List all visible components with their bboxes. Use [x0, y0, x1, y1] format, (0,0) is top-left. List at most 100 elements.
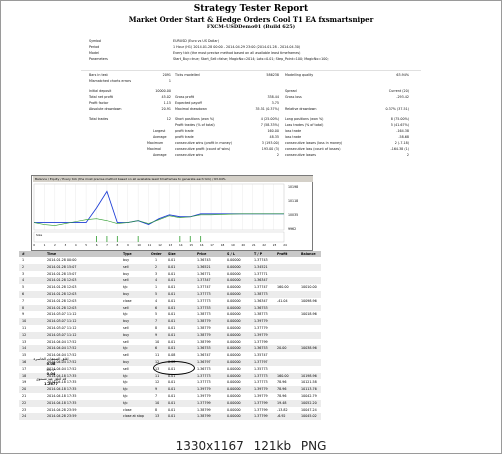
stat-label: Loss trades (% of total): [285, 123, 324, 127]
row-sl: 0.00000: [227, 346, 241, 351]
header-label: Period: [89, 45, 100, 49]
row-price: 1.39779: [197, 394, 211, 398]
x-tick-label: 5: [85, 243, 87, 247]
stat-label: Average: [153, 135, 167, 139]
stat-value: 586238: [266, 73, 279, 77]
x-tick-label: 19: [231, 243, 235, 247]
x-tick-label: 3: [64, 243, 66, 247]
image-filesize: 121kb: [253, 439, 292, 453]
row-time: 2014.04.18 17:35: [47, 394, 77, 398]
row-type: buy: [123, 332, 130, 337]
table-row: 9 2014.03.07 11:12 t/p 5 0.01 1.38773 0.00000 1…: [19, 311, 321, 318]
stat-label: consecutive profit (count of wins): [175, 147, 231, 151]
stat-value: 4 (25.00%): [260, 117, 279, 121]
row-tp: 1.37773: [254, 380, 268, 385]
row-number: 20: [22, 387, 27, 392]
row-size: 0.01: [168, 346, 176, 351]
row-sl: 0.00000: [227, 292, 241, 296]
row-size: 0.08: [168, 353, 176, 358]
stat-label: consecutive losses (loss in money): [285, 141, 343, 145]
highlight-circle: [153, 361, 195, 375]
row-price: 1.37773: [197, 298, 211, 303]
x-tick-label: 17: [210, 243, 214, 247]
row-tp: 1.38773: [254, 292, 268, 296]
row-number: 11: [22, 326, 27, 330]
y-tick-label: 10035: [288, 213, 298, 217]
image-frame: Strategy Tester Report Market Order Star…: [0, 0, 502, 454]
row-number: 23: [22, 407, 27, 412]
stat-value: 160.00: [267, 129, 279, 133]
header-row-model: Model Every tick (the most precise metho…: [81, 51, 421, 56]
table-row: 20 2014.04.18 17:35 t/p 9 0.01 1.39779 0.00000…: [19, 386, 321, 393]
row-tp: 1.38773: [254, 312, 268, 317]
stat-label: Relative drawdown: [285, 107, 317, 111]
row-type: close: [123, 407, 132, 412]
table-row: 7 2014.01.28 12:03 close 4 0.01 1.37773 0.0000…: [19, 298, 321, 305]
stat-label: profit trade: [175, 135, 194, 139]
row-price: 1.39779: [197, 387, 211, 392]
x-tick-label: 8: [117, 243, 119, 247]
row-type: sell: [123, 326, 129, 330]
stat-label: Short positions (won %): [175, 117, 215, 121]
row-order: 1: [155, 258, 158, 262]
row-balance: 10198.96: [301, 373, 317, 378]
x-tick-label: 4: [75, 243, 77, 247]
row-balance: 10098.96: [301, 298, 317, 303]
x-tick-label: 15: [189, 243, 193, 247]
table-row: 4 2014.01.28 12:03 sell 4 0.01 1.37347 0.00000…: [19, 277, 321, 285]
row-size: 0.01: [168, 332, 176, 337]
row-sl: 0.00000: [227, 353, 241, 358]
row-sl: 0.00000: [227, 285, 241, 290]
stat-label: Profit factor: [89, 101, 109, 105]
row-price: 1.36771: [197, 271, 211, 276]
stat-value: 12: [166, 117, 171, 121]
stat-label: Profit trades (% of total): [175, 123, 215, 127]
y-tick-label: 10198: [288, 185, 298, 189]
row-price: 1.37773: [197, 292, 211, 296]
divider: [81, 70, 421, 71]
row-time: 2014.01.28 12:03: [47, 298, 77, 303]
row-time: 2014.04.04 17:52: [47, 346, 77, 351]
stat-label: profit trade: [175, 129, 194, 133]
table-row: 3 2014.01.28 15:07 buy 3 0.01 1.36771 0.00000 1…: [19, 271, 321, 278]
stat-label: Initial deposit: [89, 89, 112, 93]
row-sl: 0.00000: [227, 414, 241, 419]
row-tp: 1.36347: [254, 298, 268, 303]
table-row: 14 2014.04.04 17:52 t/p 6 0.01 1.36753 0.00000…: [19, 345, 321, 353]
row-number: 5: [22, 285, 25, 290]
header-row-period: Period 1 Hour (H1) 2014.01.28 00:00 - 20…: [81, 45, 421, 50]
image-format: PNG: [300, 439, 327, 453]
row-sl: 0.00000: [227, 319, 241, 324]
row-balance: 10042.79: [301, 394, 317, 398]
stat-value: -293.42: [396, 95, 409, 99]
stat-value: 3 (193.00): [261, 141, 279, 145]
stat-row-average-consecutive: Average consecutive wins 2 consecutive l…: [81, 153, 421, 158]
row-price: 1.38779: [197, 332, 211, 337]
stat-label: Maximal: [147, 147, 161, 151]
row-tp: 1.39779: [254, 394, 268, 398]
row-type: t/p: [123, 285, 128, 290]
row-type: buy: [123, 271, 130, 276]
row-time: 2014.04.18 17:35: [47, 387, 77, 392]
row-size: 0.01: [168, 285, 176, 290]
row-size: 0.01: [168, 407, 176, 412]
header-value: Every tick (the most precise method base…: [173, 51, 301, 55]
row-sl: 0.00000: [227, 305, 241, 310]
x-tick-label: 6: [96, 243, 98, 247]
row-order: 2: [155, 264, 158, 269]
stat-label: consecutive loss (count of losses): [285, 147, 341, 151]
row-number: 7: [22, 298, 25, 303]
row-profit: 78.96: [277, 387, 287, 392]
x-tick-label: 12: [158, 243, 162, 247]
stat-label: Gross loss: [285, 95, 302, 99]
row-size: 0.01: [168, 298, 176, 303]
row-profit: 20.00: [277, 346, 287, 351]
row-number: 1: [22, 258, 25, 262]
stat-label: Absolute drawdown: [89, 107, 122, 111]
stat-value: 45.02: [161, 95, 171, 99]
size-label: Size: [36, 233, 42, 237]
stat-value: 2091: [162, 73, 171, 77]
table-row: 21 2014.04.18 17:35 t/p 7 0.01 1.39779 0.00000…: [19, 393, 321, 400]
table-row: 2 2014.01.28 15:07 sell 2 0.01 1.36521 0.00000…: [19, 263, 321, 271]
row-order: 13: [155, 414, 160, 419]
